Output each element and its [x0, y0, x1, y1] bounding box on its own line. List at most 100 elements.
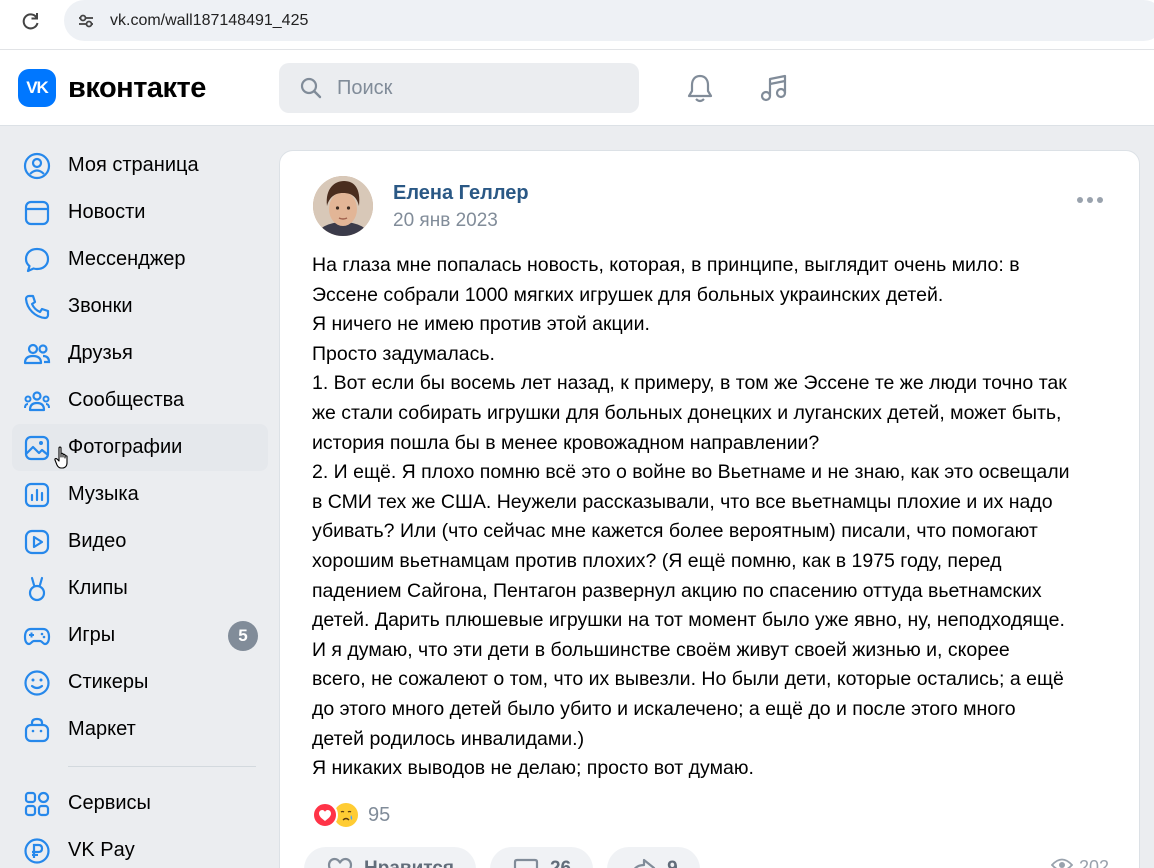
sidebar-item-clips[interactable]: Клипы — [12, 565, 268, 612]
sidebar-item-label: Игры — [68, 624, 116, 646]
post-card: Елена Геллер 20 янв 2023 На глаза мне по… — [279, 150, 1140, 868]
more-options-icon[interactable] — [1077, 197, 1103, 203]
address-bar[interactable]: vk.com/wall187148491_425 — [64, 0, 1154, 41]
search-input[interactable] — [337, 76, 617, 100]
photo-icon — [22, 433, 52, 463]
comment-count: 26 — [550, 858, 571, 868]
user-circle-icon — [22, 151, 52, 181]
sidebar-item-label: Новости — [68, 201, 146, 223]
post-text-line: в СМИ тех же США. Неужели рассказывали, … — [312, 490, 1053, 513]
reload-icon[interactable] — [18, 8, 44, 34]
video-icon — [22, 527, 52, 557]
post-text-line: всего, не сожалеют о том, что их вывезли… — [312, 668, 1064, 691]
site-header: VK вконтакте — [0, 50, 1154, 126]
music-note-icon[interactable] — [756, 70, 792, 106]
friends-icon — [22, 339, 52, 369]
sidebar-item-video[interactable]: Видео — [12, 518, 268, 565]
vkpay-icon — [22, 836, 52, 866]
sidebar-item-label: Друзья — [68, 342, 133, 364]
sidebar-item-vkpay[interactable]: VK Pay — [12, 827, 268, 868]
market-icon — [22, 715, 52, 745]
comment-button[interactable]: 26 — [489, 847, 594, 868]
clips-icon — [22, 574, 52, 604]
left-nav: Моя страница Новости Мессенджер Звонки Д… — [12, 142, 268, 868]
smile-icon — [22, 668, 52, 698]
sidebar-item-market[interactable]: Маркет — [12, 706, 268, 753]
sidebar-item-label: Сообщества — [68, 389, 185, 411]
post-text-line: до этого много детей было убито и искале… — [312, 697, 1016, 720]
sidebar-item-communities[interactable]: Сообщества — [12, 377, 268, 424]
communities-icon — [22, 386, 52, 416]
like-button[interactable]: Нравится — [304, 847, 476, 868]
sidebar-item-label: Моя страница — [68, 154, 199, 176]
news-icon — [22, 198, 52, 228]
vk-logo-text: вконтакте — [68, 71, 206, 104]
heart-outline-icon — [326, 855, 354, 868]
sidebar-item-calls[interactable]: Звонки — [12, 283, 268, 330]
message-icon — [22, 245, 52, 275]
post-text-line: Эссене собрали 1000 мягких игрушек для б… — [312, 283, 944, 306]
like-label: Нравится — [364, 858, 454, 868]
sidebar-item-photos[interactable]: Фотографии — [12, 424, 268, 471]
post-text-line: убивать? Или (что сейчас мне кажется бол… — [312, 520, 1038, 543]
post-text-line: падением Сайгона, Пентагон развернул акц… — [312, 579, 1042, 602]
post-text-line: Просто задумалась. — [312, 342, 495, 365]
url-text[interactable]: vk.com/wall187148491_425 — [110, 12, 308, 30]
sidebar-item-stickers[interactable]: Стикеры — [12, 659, 268, 706]
post-text-line: Я ничего не имею против этой акции. — [312, 313, 650, 336]
post-text-line: детей родилось инвалидами.) — [312, 727, 585, 750]
sidebar-item-news[interactable]: Новости — [12, 189, 268, 236]
post-text-line: детей. Дарить плюшевые игрушки на тот мо… — [312, 609, 1065, 632]
sidebar-item-music[interactable]: Музыка — [12, 471, 268, 518]
games-count-badge: 5 — [228, 620, 258, 651]
author-avatar[interactable] — [313, 176, 373, 236]
post-text-line: На глаза мне попалась новость, которая, … — [312, 254, 1020, 276]
search-box[interactable] — [279, 63, 639, 113]
sidebar-divider — [68, 766, 256, 767]
post-text: На глаза мне попалась новость, которая, … — [312, 251, 1122, 784]
sidebar-item-label: Сервисы — [68, 792, 151, 814]
sidebar-item-label: Фотографии — [68, 436, 183, 458]
post-text-line: хорошим вьетнамцам против плохих? (Я ещё… — [312, 549, 1002, 572]
views-counter: 202 — [1050, 857, 1109, 868]
vk-logo-mark: VK — [18, 69, 56, 107]
browser-toolbar: vk.com/wall187148491_425 — [0, 0, 1154, 50]
views-count: 202 — [1078, 857, 1109, 868]
post-actions: Нравится 26 9 — [304, 847, 700, 868]
sidebar-item-friends[interactable]: Друзья — [12, 330, 268, 377]
reactions-count: 95 — [368, 803, 391, 826]
sidebar-item-games[interactable]: Игры 5 — [12, 612, 268, 659]
sidebar-item-label: Мессенджер — [68, 248, 186, 270]
site-settings-icon[interactable] — [74, 9, 98, 33]
sidebar-item-label: Звонки — [68, 295, 133, 317]
post-text-line: 2. И ещё. Я плохо помню всё это о войне … — [312, 461, 1070, 484]
sidebar-item-label: Видео — [68, 530, 127, 552]
vk-logo[interactable]: VK вконтакте — [18, 69, 206, 107]
sidebar-item-my-page[interactable]: Моя страница — [12, 142, 268, 189]
gamepad-icon — [22, 621, 52, 651]
share-button[interactable]: 9 — [607, 847, 700, 868]
bell-icon[interactable] — [682, 70, 718, 106]
post-text-line: история пошла бы в менее кровожадном нап… — [312, 431, 820, 454]
sidebar-item-label: VK Pay — [68, 839, 135, 861]
heart-reaction-icon — [312, 802, 338, 828]
post-text-line: И я думаю, что эти дети в большинстве св… — [312, 638, 1010, 661]
share-count: 9 — [667, 858, 678, 868]
reactions-summary[interactable]: 95 — [312, 801, 390, 829]
author-name-link[interactable]: Елена Геллер — [393, 182, 529, 205]
sidebar-item-services[interactable]: Сервисы — [12, 780, 268, 827]
comment-icon — [512, 855, 540, 868]
eye-icon — [1050, 857, 1074, 868]
post-text-line: же стали собирать игрушки для больных до… — [312, 401, 1062, 424]
music-icon — [22, 480, 52, 510]
post-text-line: 1. Вот если бы восемь лет назад, к приме… — [312, 372, 1067, 395]
share-icon — [629, 855, 657, 868]
sidebar-item-label: Клипы — [68, 577, 128, 599]
services-icon — [22, 789, 52, 819]
search-icon — [299, 76, 323, 100]
post-date[interactable]: 20 янв 2023 — [393, 210, 498, 232]
sidebar-item-messenger[interactable]: Мессенджер — [12, 236, 268, 283]
sidebar-item-label: Стикеры — [68, 671, 149, 693]
sidebar-item-label: Маркет — [68, 718, 136, 740]
phone-icon — [22, 292, 52, 322]
